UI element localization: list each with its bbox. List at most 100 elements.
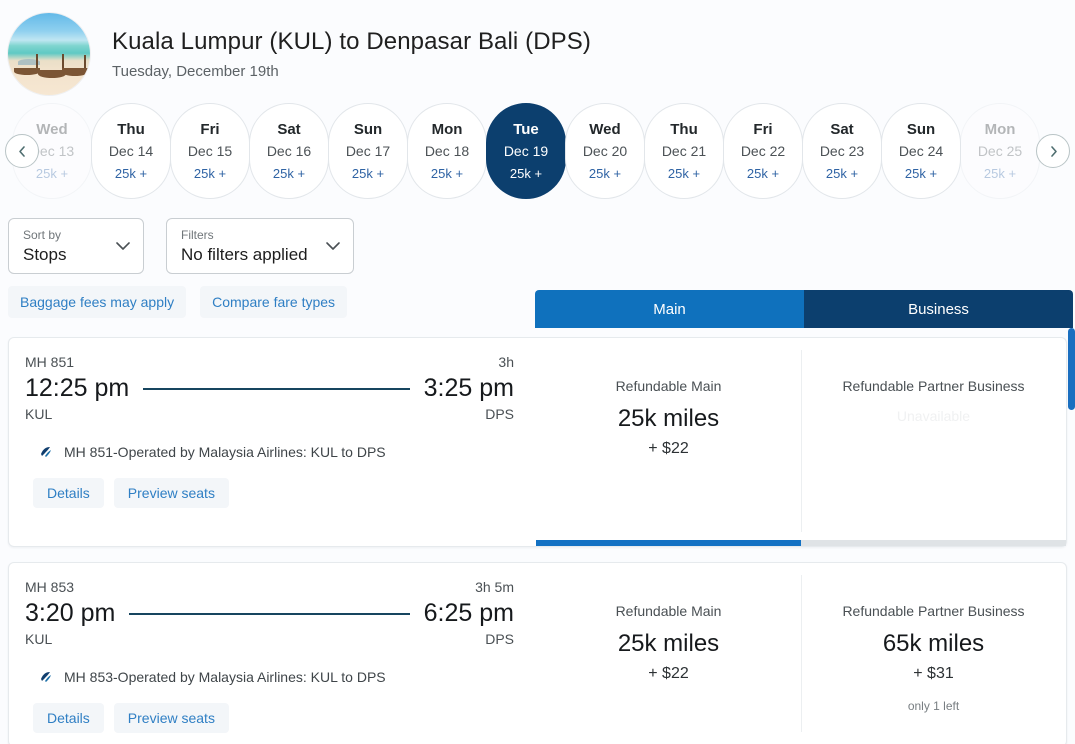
info-link-0[interactable]: Baggage fees may apply [8, 286, 187, 318]
date-pill-date: Dec 17 [345, 143, 391, 159]
chevron-right-icon [1050, 145, 1057, 157]
flight-path-line [143, 387, 410, 390]
fare-tab-business[interactable]: Business [804, 290, 1073, 328]
airport-codes: KUL DPS [25, 406, 514, 422]
flight-times: 12:25 pm 3:25 pm [25, 374, 514, 403]
filters-select[interactable]: Filters No filters applied [166, 218, 354, 274]
fare-cell[interactable]: Refundable Main 25k miles + $22 [536, 563, 801, 744]
date-pill-dec-16[interactable]: Sat Dec 16 25k + [249, 103, 329, 199]
flight-number: MH 853 [25, 579, 75, 595]
flight-times: 3:20 pm 6:25 pm [25, 599, 514, 628]
page-header: Kuala Lumpur (KUL) to Denpasar Bali (DPS… [0, 0, 1075, 96]
departure-time: 12:25 pm [25, 374, 130, 402]
date-pill-date: Dec 23 [819, 143, 865, 159]
fare-name: Refundable Main [615, 603, 722, 619]
fare-cell[interactable]: Refundable Partner Business 65k miles + $3… [801, 563, 1066, 744]
flight-actions: Details Preview seats [25, 703, 514, 733]
details-button[interactable]: Details [33, 478, 104, 508]
date-pill-date: Dec 22 [740, 143, 786, 159]
fare-cell[interactable]: Refundable Main 25k miles + $22 [536, 338, 801, 546]
date-pill-dow: Sun [353, 121, 383, 138]
date-pill-dec-21[interactable]: Thu Dec 21 25k + [644, 103, 724, 199]
date-pill-dec-20[interactable]: Wed Dec 20 25k + [565, 103, 645, 199]
date-pill-dec-14[interactable]: Thu Dec 14 25k + [91, 103, 171, 199]
date-pill-dec-24[interactable]: Sun Dec 24 25k + [881, 103, 961, 199]
fare-cash: + $22 [648, 440, 689, 457]
destination-code: DPS [485, 631, 514, 647]
date-pill-dec-23[interactable]: Sat Dec 23 25k + [802, 103, 882, 199]
flight-row[interactable]: MH 853 3h 5m 3:20 pm 6:25 pm KUL DPS MH 853-Op… [8, 562, 1067, 744]
date-pill-miles: 25k + [588, 166, 622, 181]
date-pill-dow: Sun [906, 121, 936, 138]
details-button[interactable]: Details [33, 703, 104, 733]
vertical-scrollbar-thumb[interactable] [1068, 328, 1075, 410]
sort-by-value: Stops [23, 244, 67, 264]
longtail-boat [14, 68, 40, 75]
date-pill-dec-18[interactable]: Mon Dec 18 25k + [407, 103, 487, 199]
fare-name: Refundable Main [615, 378, 722, 394]
date-pill-miles: 25k + [509, 166, 543, 181]
flight-duration: 3h 5m [475, 579, 514, 595]
malaysia-airlines-logo-icon [41, 447, 51, 457]
date-pill-dow: Fri [753, 121, 773, 138]
fare-seats-left-note: only 1 left [907, 699, 960, 713]
date-pill-miles: 25k + [983, 166, 1017, 181]
flight-actions: Details Preview seats [25, 478, 514, 508]
date-pill-date: Dec 21 [661, 143, 707, 159]
flight-row[interactable]: MH 851 3h 12:25 pm 3:25 pm KUL DPS MH 851-Oper… [8, 337, 1067, 547]
filters-content: Filters No filters applied [181, 228, 308, 265]
date-pill-dec-22[interactable]: Fri Dec 22 25k + [723, 103, 803, 199]
operated-by-text: MH 851-Operated by Malaysia Airlines: KU… [64, 444, 386, 460]
date-pill-date: Dec 25 [977, 143, 1023, 159]
origin-code: KUL [25, 631, 53, 647]
filter-controls: Sort by Stops Filters No filters applied [0, 206, 1075, 274]
fare-miles: 65k miles [882, 630, 985, 657]
fare-name: Refundable Partner Business [842, 378, 1025, 394]
beach-photo-avatar [8, 13, 90, 95]
fare-columns: Refundable Main 25k miles + $22 Refundable … [536, 338, 1066, 546]
header-text: Kuala Lumpur (KUL) to Denpasar Bali (DPS… [112, 28, 591, 80]
date-pill-date: Dec 15 [187, 143, 233, 159]
fare-miles: 25k miles [617, 630, 720, 657]
flight-info: MH 853 3h 5m 3:20 pm 6:25 pm KUL DPS MH 853-Op… [9, 563, 536, 744]
longtail-boat [62, 68, 88, 76]
date-pill-miles: 25k + [667, 166, 701, 181]
date-carousel: Wed Dec 13 25k + Thu Dec 14 25k + Fri Dec 15 25k… [0, 96, 1075, 206]
arrival-time: 3:25 pm [423, 374, 514, 402]
operated-by-row: MH 853-Operated by Malaysia Airlines: KU… [25, 669, 514, 685]
date-pill-dec-17[interactable]: Sun Dec 17 25k + [328, 103, 408, 199]
date-pill-miles: 25k + [351, 166, 385, 181]
selected-fare-underline [536, 540, 1066, 546]
malaysia-airlines-logo-icon [41, 672, 51, 682]
fare-columns: Refundable Main 25k miles + $22 Refundable … [536, 563, 1066, 744]
sort-by-select[interactable]: Sort by Stops [8, 218, 144, 274]
origin-code: KUL [25, 406, 53, 422]
carousel-prev-button[interactable] [5, 134, 39, 168]
date-pill-dow: Fri [200, 121, 220, 138]
sort-by-content: Sort by Stops [23, 228, 66, 265]
date-pill-miles: 25k + [272, 166, 306, 181]
info-link-1[interactable]: Compare fare types [200, 286, 348, 318]
chevron-down-icon [116, 242, 130, 250]
fare-cash: + $22 [648, 665, 689, 682]
fare-tab-main[interactable]: Main [535, 290, 804, 328]
underline-business [801, 540, 1066, 546]
preview-seats-button[interactable]: Preview seats [113, 478, 229, 508]
date-pill-dow: Sat [830, 121, 854, 138]
date-pill-miles: 25k + [746, 166, 780, 181]
departure-time: 3:20 pm [25, 599, 116, 627]
flight-duration: 3h [498, 354, 514, 370]
chevron-left-icon [18, 145, 25, 157]
date-pill-dec-25[interactable]: Mon Dec 25 25k + [960, 103, 1040, 199]
date-pill-dec-19[interactable]: Tue Dec 19 25k + [486, 103, 566, 199]
fare-miles: 25k miles [617, 405, 720, 432]
date-pill-miles: 25k + [114, 166, 148, 181]
operated-by-row: MH 851-Operated by Malaysia Airlines: KU… [25, 444, 514, 460]
arrival-time: 6:25 pm [423, 599, 514, 627]
date-pill-date: Dec 20 [582, 143, 628, 159]
carousel-next-button[interactable] [1036, 134, 1070, 168]
date-pill-dow: Mon [431, 121, 463, 138]
date-pill-dec-15[interactable]: Fri Dec 15 25k + [170, 103, 250, 199]
preview-seats-button[interactable]: Preview seats [113, 703, 229, 733]
date-pill-date: Dec 14 [108, 143, 154, 159]
